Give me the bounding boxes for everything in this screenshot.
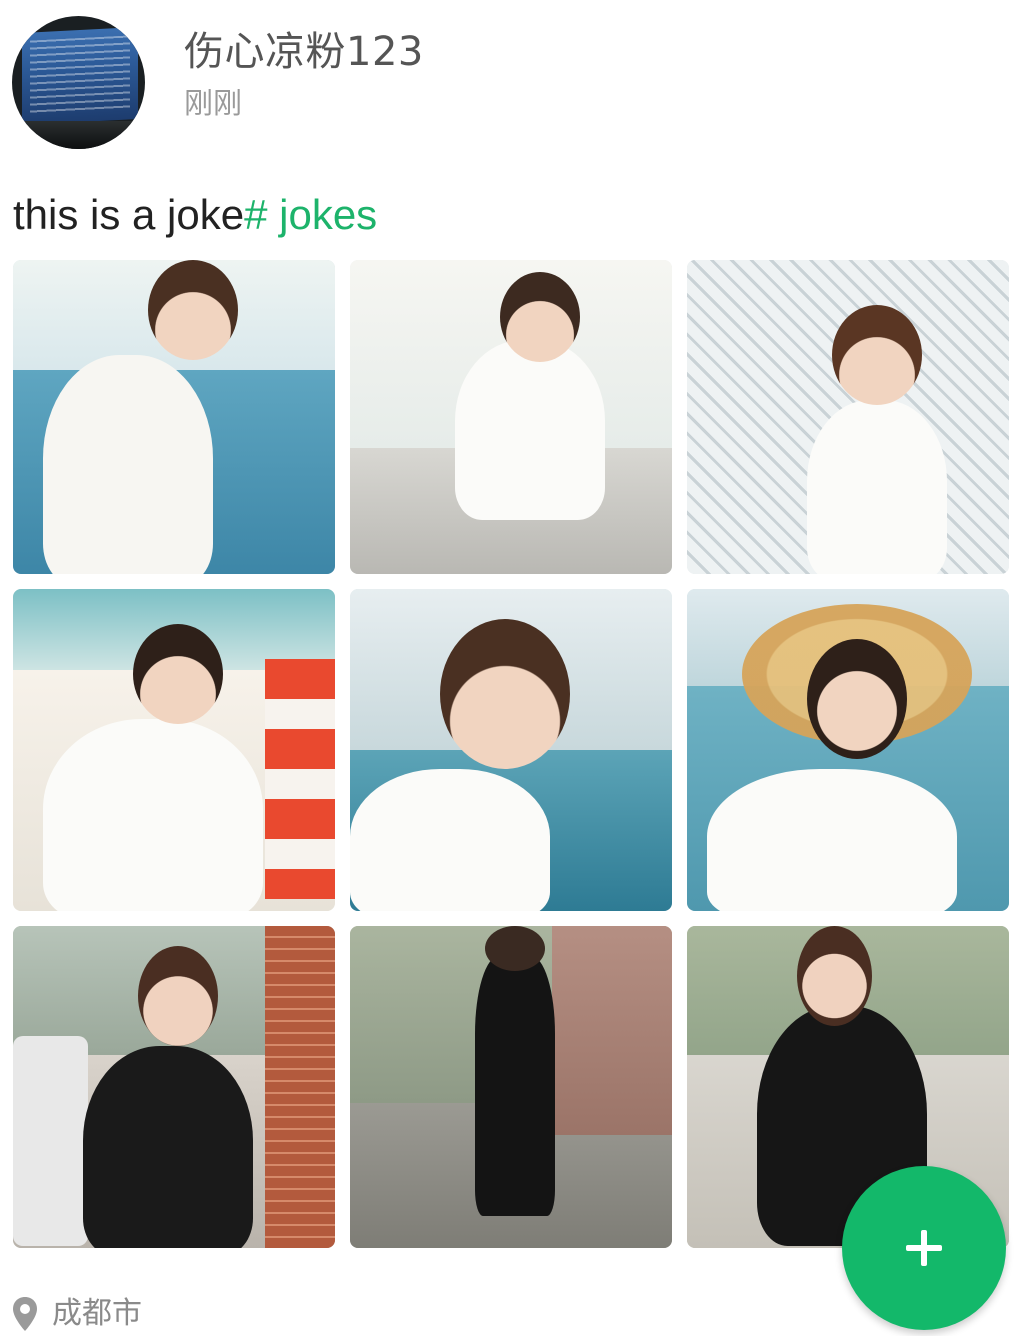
author-name[interactable]: 伤心凉粉123 [184,30,424,74]
avatar[interactable] [12,16,145,149]
photo-grid [13,260,1009,1248]
post-content: this is a joke# jokes [13,190,377,240]
add-button[interactable] [842,1166,1006,1330]
avatar-screen [22,26,138,126]
post-timestamp: 刚刚 [184,86,243,120]
hashtag-link[interactable]: # jokes [244,191,377,238]
photo-thumbnail-7[interactable] [13,926,335,1248]
photo-thumbnail-3[interactable] [687,260,1009,574]
post-text: this is a joke [13,191,245,238]
post-card: 伤心凉粉123 刚刚 this is a joke# jokes 成都市 [0,0,1022,1336]
photo-thumbnail-1[interactable] [13,260,335,574]
location-label: 成都市 [52,1296,142,1331]
photo-thumbnail-4[interactable] [13,589,335,911]
photo-thumbnail-2[interactable] [350,260,672,574]
avatar-keyboard [12,121,145,149]
photo-thumbnail-6[interactable] [687,589,1009,911]
location-tag[interactable]: 成都市 [12,1296,142,1332]
plus-icon [906,1230,942,1266]
photo-thumbnail-5[interactable] [350,589,672,911]
location-pin-icon [13,1297,37,1331]
photo-thumbnail-8[interactable] [350,926,672,1248]
